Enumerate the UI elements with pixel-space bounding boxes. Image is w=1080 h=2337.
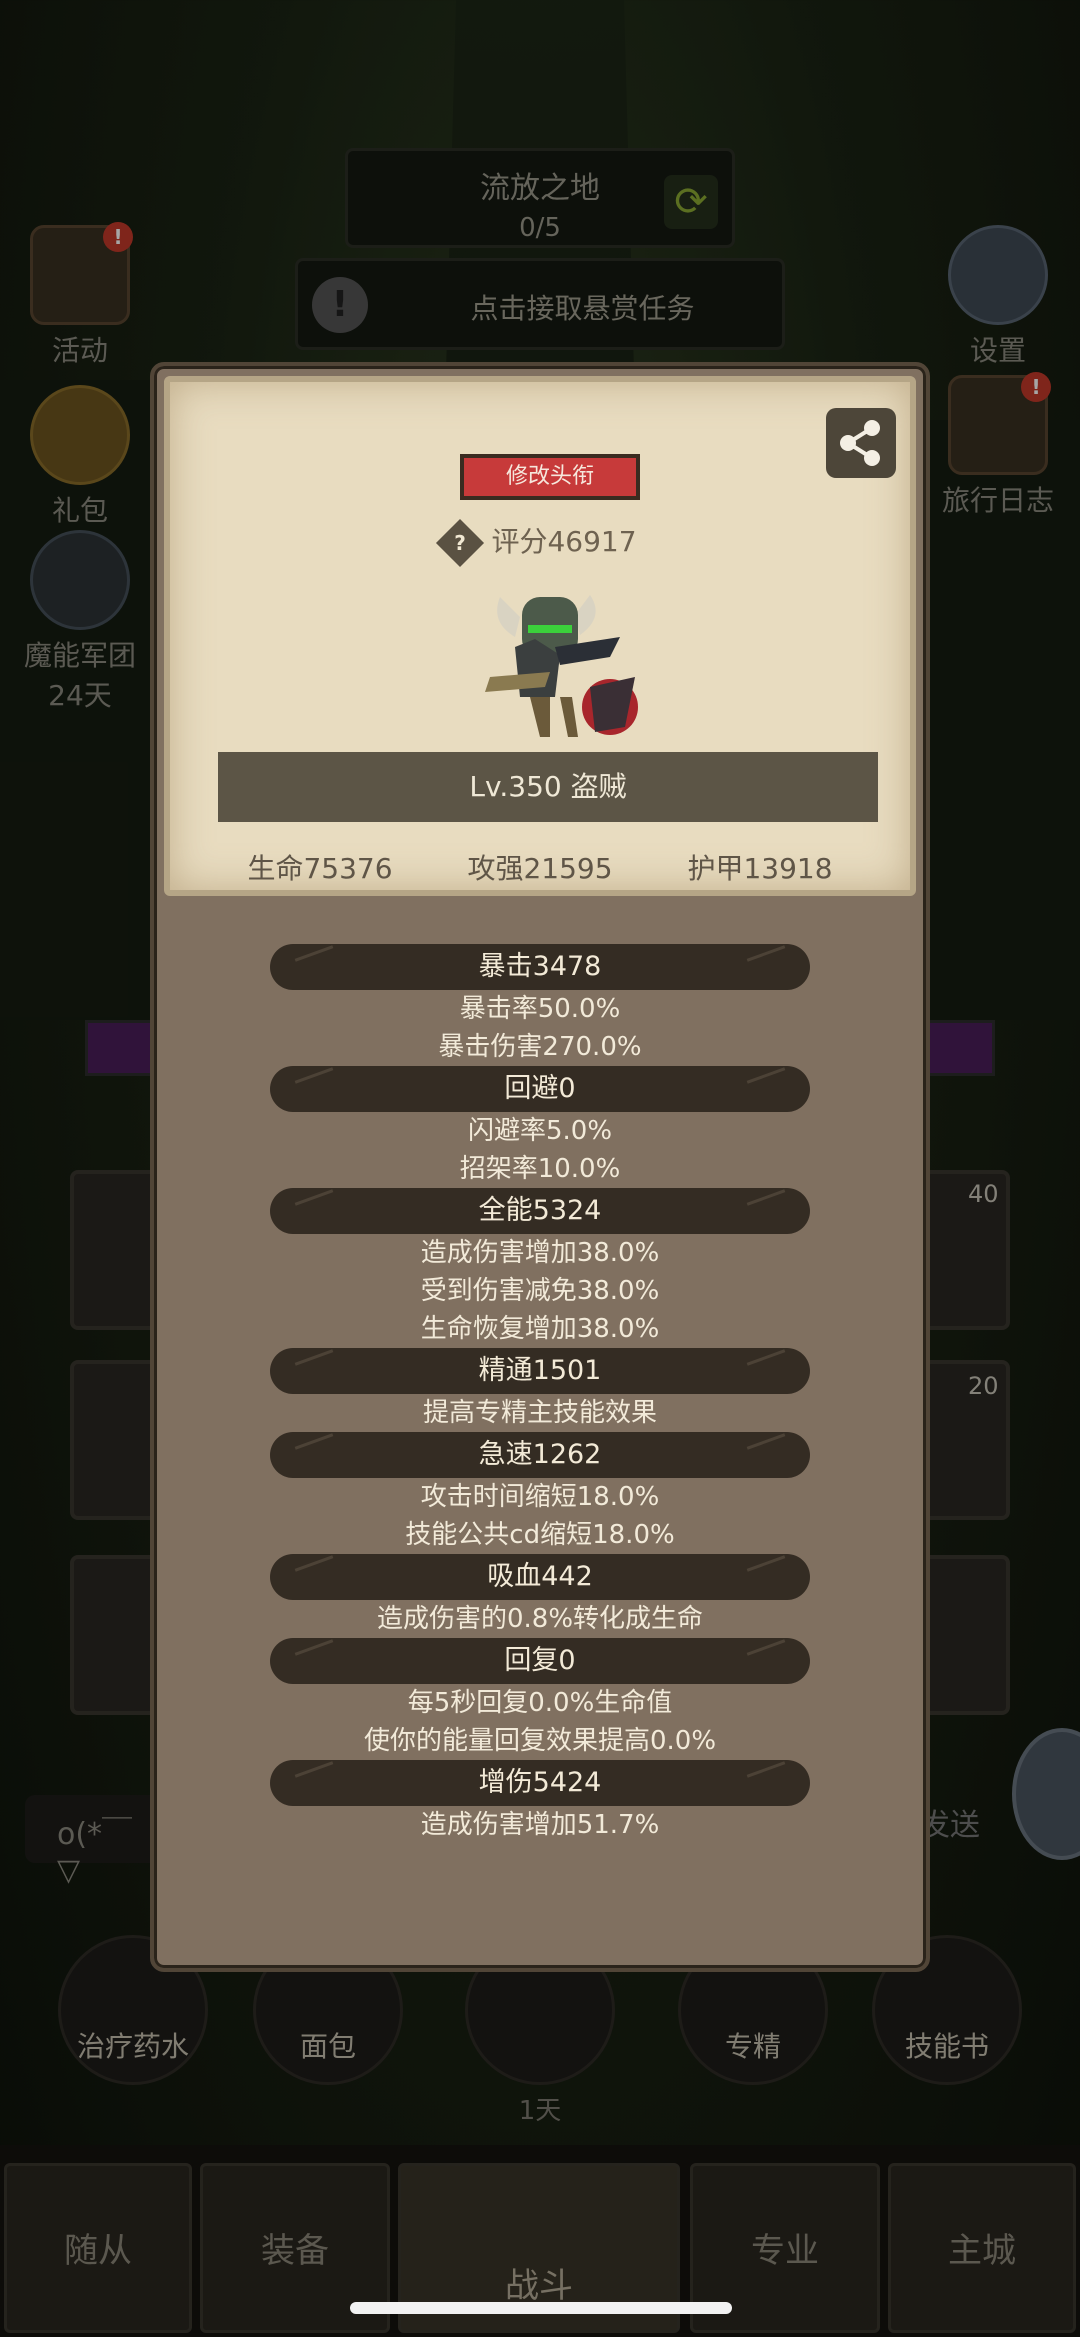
edit-title-button[interactable]: 修改头衔 [460,454,640,500]
stat-detail: 攻击时间缩短18.0% [420,1482,660,1512]
help-icon[interactable]: ? [436,518,485,568]
stat-group-avoidance: 回避0 闪避率5.0% 招架率10.0% [154,1066,926,1188]
stat-header: 暴击3478 [270,944,810,990]
stat-detail: 提高专精主技能效果 [422,1398,657,1428]
stat-group-regen: 回复0 每5秒回复0.0%生命值 使你的能量回复效果提高0.0% [154,1638,926,1760]
attack-power-stat: 攻强21595 [467,852,613,885]
stat-detail: 造成伤害的0.8%转化成生命 [376,1604,704,1634]
stat-group-damage-increase: 增伤5424 造成伤害增加51.7% [154,1760,926,1844]
stat-detail: 招架率10.0% [459,1154,621,1184]
stat-detail: 闪避率5.0% [467,1116,613,1146]
share-button[interactable] [826,408,896,478]
stat-detail: 受到伤害减免38.0% [420,1276,660,1306]
stat-detail: 造成伤害增加51.7% [420,1810,660,1840]
stat-header: 回复0 [270,1638,810,1684]
stat-detail: 生命恢复增加38.0% [420,1314,660,1344]
profile-card: 修改头衔 ? 评分46917 Lv.350 盗贼 生命75376 攻强21595 … [164,376,916,896]
rating-value: 评分46917 [491,525,637,558]
core-stats: 生命75376 攻强21595 护甲13918 [170,847,910,887]
stat-detail: 技能公共cd缩短18.0% [405,1520,675,1550]
share-icon [840,420,880,466]
stat-header: 增伤5424 [270,1760,810,1806]
rating-score: ? 评分46917 [170,518,910,568]
character-profile-modal: 修改头衔 ? 评分46917 Lv.350 盗贼 生命75376 攻强21595 … [150,362,930,1972]
hp-stat: 生命75376 [247,852,393,885]
stat-group-crit: 暴击3478 暴击率50.0% 暴击伤害270.0% [154,944,926,1066]
stat-header: 吸血442 [270,1554,810,1600]
stat-header: 回避0 [270,1066,810,1112]
stat-group-versatility: 全能5324 造成伤害增加38.0% 受到伤害减免38.0% 生命恢复增加38.… [154,1188,926,1348]
armor-stat: 护甲13918 [687,852,833,885]
stat-detail: 造成伤害增加38.0% [420,1238,660,1268]
stat-group-mastery: 精通1501 提高专精主技能效果 [154,1348,926,1432]
secondary-stats-list: 暴击3478 暴击率50.0% 暴击伤害270.0% 回避0 闪避率5.0% 招… [154,944,926,1844]
stat-detail: 暴击伤害270.0% [438,1032,642,1062]
stat-detail: 暴击率50.0% [459,994,621,1024]
stat-group-haste: 急速1262 攻击时间缩短18.0% 技能公共cd缩短18.0% [154,1432,926,1554]
stat-detail: 使你的能量回复效果提高0.0% [363,1726,717,1756]
character-avatar [485,595,638,737]
stat-detail: 每5秒回复0.0%生命值 [407,1688,673,1718]
level-class-bar: Lv.350 盗贼 [218,752,878,822]
stat-header: 精通1501 [270,1348,810,1394]
home-indicator[interactable] [350,2302,732,2314]
stat-header: 急速1262 [270,1432,810,1478]
stat-header: 全能5324 [270,1188,810,1234]
stat-group-leech: 吸血442 造成伤害的0.8%转化成生命 [154,1554,926,1638]
